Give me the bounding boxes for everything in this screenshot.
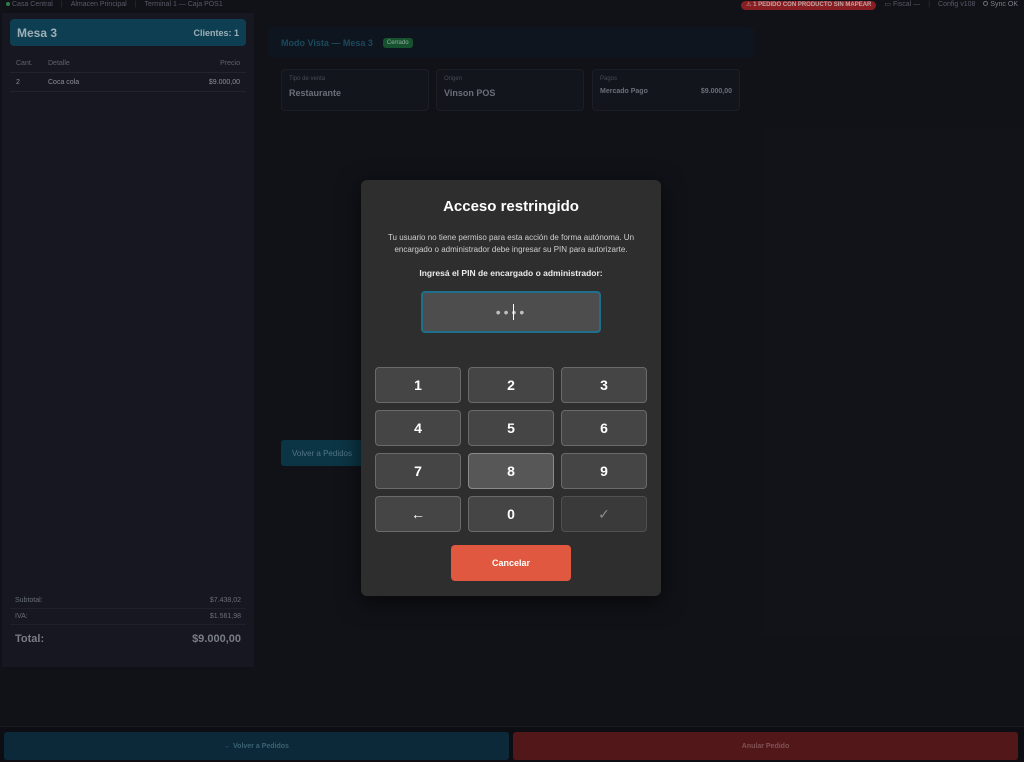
key-0[interactable]: 0: [468, 496, 554, 532]
key-5[interactable]: 5: [468, 410, 554, 446]
text-caret: [513, 304, 515, 320]
key-4[interactable]: 4: [375, 410, 461, 446]
key-3[interactable]: 3: [561, 367, 647, 403]
pin-prompt: Ingresá el PIN de encargado o administra…: [419, 268, 603, 278]
modal-title: Acceso restringido: [443, 198, 579, 215]
key-7[interactable]: 7: [375, 453, 461, 489]
modal-message: Tu usuario no tiene permiso para esta ac…: [387, 233, 635, 254]
key-2[interactable]: 2: [468, 367, 554, 403]
backspace-key-icon[interactable]: ←: [375, 496, 461, 532]
key-8[interactable]: 8: [468, 453, 554, 489]
confirm-check-icon[interactable]: ✓: [561, 496, 647, 532]
pin-mask: ••••: [495, 304, 528, 320]
restricted-access-modal: Acceso restringido Tu usuario no tiene p…: [361, 180, 661, 596]
cancel-button[interactable]: Cancelar: [451, 545, 571, 581]
key-6[interactable]: 6: [561, 410, 647, 446]
key-9[interactable]: 9: [561, 453, 647, 489]
key-1[interactable]: 1: [375, 367, 461, 403]
pin-input[interactable]: ••••: [421, 291, 601, 333]
